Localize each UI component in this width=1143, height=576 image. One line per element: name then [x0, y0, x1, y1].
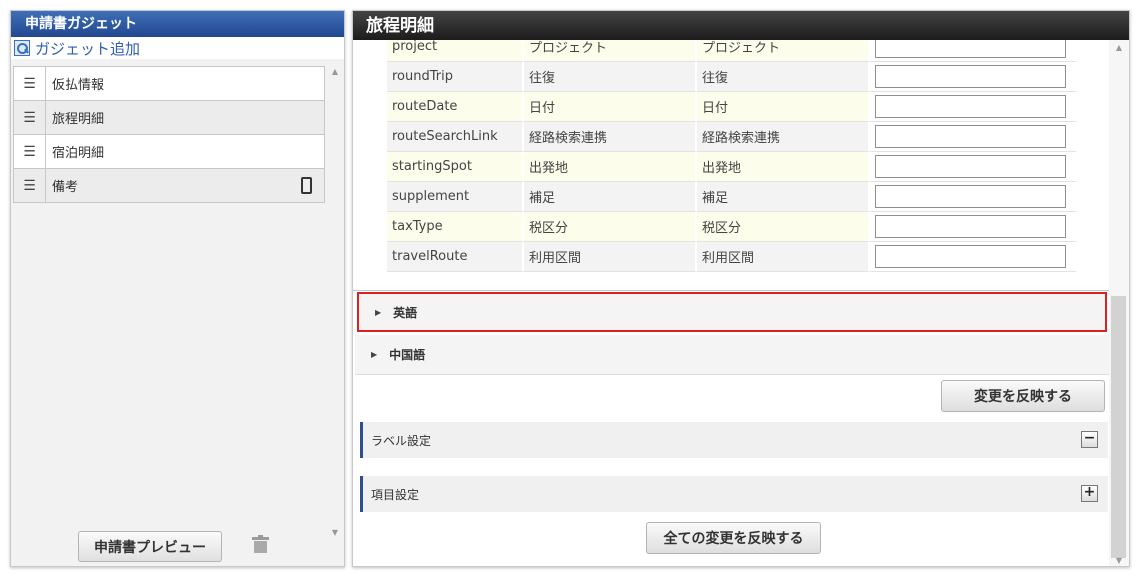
caret-right-icon: ▶: [371, 350, 378, 359]
label-table: project プロジェクト プロジェクト roundTrip 往復 往復 ro…: [387, 40, 1077, 272]
accordion-english-label: 英語: [393, 305, 418, 320]
field-label-input[interactable]: [875, 40, 1066, 58]
label-settings-section[interactable]: ラベル設定 −: [360, 422, 1108, 458]
field-label-input[interactable]: [875, 95, 1066, 118]
gadget-panel: 申請書ガジェット ガジェット追加 ☰ 仮払情報 ☰ 旅程明細 ☰ 宿泊明細 ☰ …: [10, 10, 345, 567]
expand-icon[interactable]: +: [1081, 485, 1098, 502]
smartphone-icon: [301, 177, 312, 194]
list-icon[interactable]: ☰: [14, 135, 46, 168]
field-label-ja: 利用区間: [524, 242, 697, 272]
add-gadget-label: ガジェット追加: [35, 39, 141, 58]
item-settings-section[interactable]: 項目設定 +: [360, 476, 1108, 512]
list-icon[interactable]: ☰: [14, 101, 46, 134]
table-row: project プロジェクト プロジェクト: [387, 40, 1077, 62]
gadget-list-scrollbar[interactable]: ▲ ▼: [328, 67, 342, 537]
scroll-up-icon[interactable]: ▲: [328, 67, 342, 76]
list-icon[interactable]: ☰: [14, 67, 46, 100]
field-label-default: 日付: [697, 92, 870, 122]
field-label-input[interactable]: [875, 155, 1066, 178]
item-settings-title: 項目設定: [371, 487, 420, 502]
field-label-default: 補足: [697, 182, 870, 212]
label-table-container: project プロジェクト プロジェクト roundTrip 往復 往復 ro…: [353, 40, 1110, 291]
field-label-ja: 出発地: [524, 152, 697, 182]
gadget-item-label: 旅程明細: [52, 112, 105, 127]
scroll-up-icon[interactable]: ▲: [1109, 43, 1129, 52]
gadget-item-label: 仮払情報: [52, 78, 105, 93]
field-label-input[interactable]: [875, 65, 1066, 88]
field-label-default: 経路検索連携: [697, 122, 870, 152]
scroll-down-icon[interactable]: ▼: [328, 528, 342, 537]
list-icon[interactable]: ☰: [14, 169, 46, 202]
gadget-item-label: 宿泊明細: [52, 146, 105, 161]
scroll-down-icon[interactable]: ▼: [1109, 556, 1129, 565]
table-row: roundTrip 往復 往復: [387, 62, 1077, 92]
apply-changes-button[interactable]: 変更を反映する: [941, 380, 1105, 412]
field-label-ja: 日付: [524, 92, 697, 122]
field-label-default: 利用区間: [697, 242, 870, 272]
field-label-input[interactable]: [875, 125, 1066, 148]
accordion-english[interactable]: ▶ 英語: [357, 292, 1107, 332]
gadget-item[interactable]: ☰ 仮払情報: [13, 66, 325, 101]
table-row: taxType 税区分 税区分: [387, 212, 1077, 242]
search-icon: [14, 40, 30, 56]
form-preview-button[interactable]: 申請書プレビュー: [78, 531, 222, 562]
gadget-item[interactable]: ☰ 宿泊明細: [13, 134, 325, 169]
field-key: supplement: [387, 182, 524, 212]
field-key: travelRoute: [387, 242, 524, 272]
detail-panel-title: 旅程明細: [353, 11, 1129, 40]
field-label-ja: 経路検索連携: [524, 122, 697, 152]
gadget-item[interactable]: ☰ 旅程明細: [13, 100, 325, 135]
field-label-default: プロジェクト: [697, 40, 870, 62]
accordion-chinese[interactable]: ▶ 中国語: [355, 335, 1110, 375]
table-row: travelRoute 利用区間 利用区間: [387, 242, 1077, 272]
add-gadget-link[interactable]: ガジェット追加: [11, 37, 344, 59]
scrollbar-thumb[interactable]: [1111, 296, 1126, 558]
table-row: startingSpot 出発地 出発地: [387, 152, 1077, 182]
field-label-input[interactable]: [875, 245, 1066, 268]
gadget-item[interactable]: ☰ 備考: [13, 168, 325, 203]
gadget-panel-title: 申請書ガジェット: [11, 11, 344, 37]
collapse-icon[interactable]: −: [1081, 431, 1098, 448]
gadget-list: ☰ 仮払情報 ☰ 旅程明細 ☰ 宿泊明細 ☰ 備考: [13, 66, 325, 203]
apply-all-changes-button[interactable]: 全ての変更を反映する: [646, 522, 821, 554]
field-label-input[interactable]: [875, 215, 1066, 238]
accordion-chinese-label: 中国語: [389, 348, 426, 362]
field-label-default: 税区分: [697, 212, 870, 242]
field-label-ja: 税区分: [524, 212, 697, 242]
detail-scrollbar[interactable]: ▲ ▼: [1109, 40, 1129, 566]
table-row: routeSearchLink 経路検索連携 経路検索連携: [387, 122, 1077, 152]
field-key: taxType: [387, 212, 524, 242]
field-key: routeDate: [387, 92, 524, 122]
trash-icon[interactable]: [252, 535, 269, 553]
field-label-ja: 往復: [524, 62, 697, 92]
table-row: supplement 補足 補足: [387, 182, 1077, 212]
detail-panel: 旅程明細 project プロジェクト プロジェクト roundTrip 往復 …: [352, 10, 1130, 567]
field-label-input[interactable]: [875, 185, 1066, 208]
field-key: project: [387, 40, 524, 62]
field-label-default: 出発地: [697, 152, 870, 182]
field-key: routeSearchLink: [387, 122, 524, 152]
gadget-item-label: 備考: [52, 180, 79, 195]
table-row: routeDate 日付 日付: [387, 92, 1077, 122]
field-key: roundTrip: [387, 62, 524, 92]
field-label-ja: プロジェクト: [524, 40, 697, 62]
label-settings-title: ラベル設定: [371, 433, 432, 448]
caret-right-icon: ▶: [375, 307, 382, 317]
field-key: startingSpot: [387, 152, 524, 182]
field-label-ja: 補足: [524, 182, 697, 212]
field-label-default: 往復: [697, 62, 870, 92]
